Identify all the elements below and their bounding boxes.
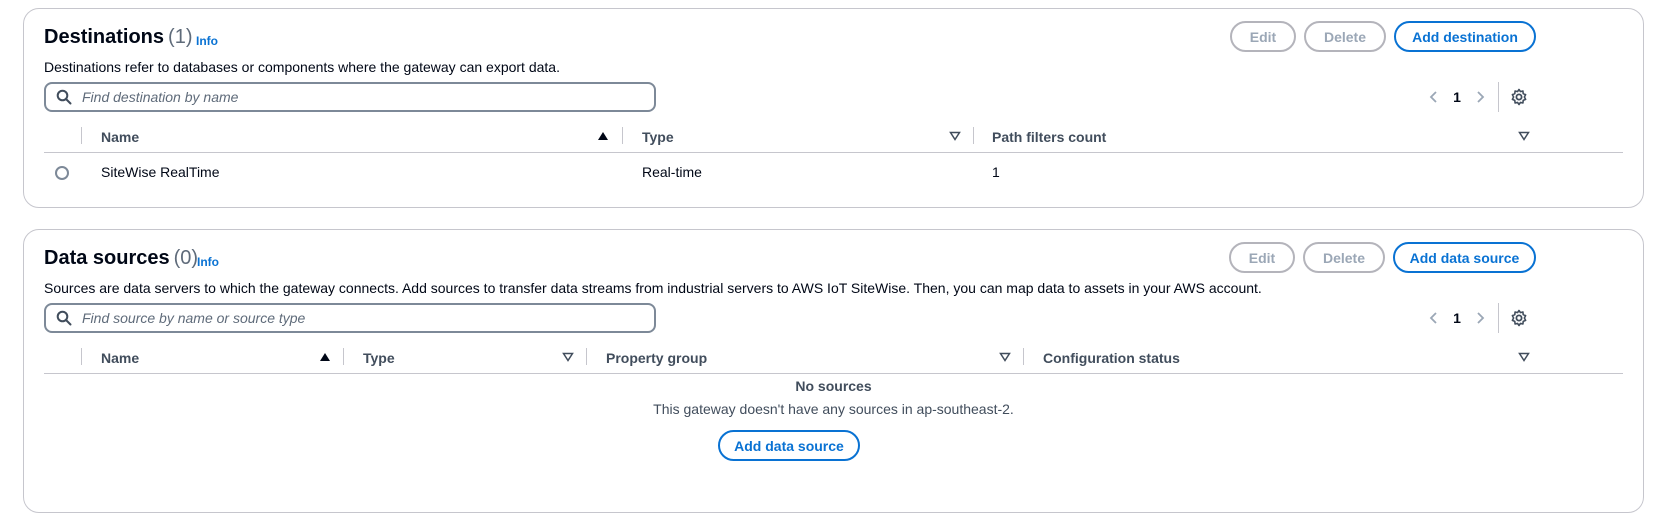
data-sources-search-input[interactable] (82, 310, 622, 326)
destinations-table-header: Name Type Path filters count (44, 123, 1623, 153)
add-data-source-button[interactable]: Add data source (1393, 242, 1536, 273)
sort-icon[interactable] (949, 131, 961, 141)
column-separator (81, 348, 82, 365)
data-sources-edit-button[interactable]: Edit (1229, 242, 1295, 273)
column-header-path-filters-count[interactable]: Path filters count (992, 129, 1106, 145)
row-select-radio[interactable] (55, 166, 69, 180)
previous-page-icon[interactable] (1424, 87, 1444, 107)
data-sources-title: Data sources (0) (44, 247, 199, 269)
destinations-description: Destinations refer to databases or compo… (44, 59, 560, 75)
column-header-name[interactable]: Name (101, 350, 139, 366)
column-separator (586, 348, 587, 365)
column-header-type[interactable]: Type (642, 129, 674, 145)
previous-page-icon[interactable] (1424, 308, 1444, 328)
destinations-search[interactable] (44, 82, 656, 112)
destinations-count: (1) (168, 26, 193, 48)
destinations-title: Destinations (1) (44, 26, 193, 48)
empty-state-add-data-source-button[interactable]: Add data source (718, 430, 860, 461)
sort-ascending-icon[interactable] (319, 352, 331, 362)
data-sources-description: Sources are data servers to which the ga… (44, 280, 1262, 296)
column-header-name[interactable]: Name (101, 129, 139, 145)
add-destination-button[interactable]: Add destination (1394, 21, 1536, 52)
sort-icon[interactable] (999, 352, 1011, 362)
data-sources-delete-button[interactable]: Delete (1303, 242, 1385, 273)
column-header-configuration-status[interactable]: Configuration status (1043, 350, 1180, 366)
gear-icon[interactable] (1509, 87, 1529, 107)
destinations-search-input[interactable] (82, 89, 622, 105)
column-separator (81, 127, 82, 144)
data-sources-count: (0) (173, 247, 199, 269)
sort-icon[interactable] (1518, 352, 1530, 362)
column-separator (343, 348, 344, 365)
column-separator (622, 127, 623, 144)
table-row[interactable]: SiteWise RealTime Real-time 1 (44, 155, 1623, 191)
cell-type: Real-time (642, 164, 702, 180)
destinations-pagination: 1 (1424, 82, 1529, 112)
column-header-type[interactable]: Type (363, 350, 395, 366)
data-sources-panel: Data sources (0) Info Sources are data se… (23, 229, 1644, 513)
column-header-property-group[interactable]: Property group (606, 350, 707, 366)
pagination-divider (1498, 303, 1499, 333)
next-page-icon[interactable] (1470, 308, 1490, 328)
destinations-panel: Destinations (1) Info Destinations refer … (23, 8, 1644, 208)
cell-name: SiteWise RealTime (101, 164, 220, 180)
sort-icon[interactable] (562, 352, 574, 362)
column-separator (973, 127, 974, 144)
column-separator (1023, 348, 1024, 365)
data-sources-table-header: Name Type Property group Configuration s… (44, 344, 1623, 374)
current-page-number[interactable]: 1 (1444, 310, 1470, 326)
sort-icon[interactable] (1518, 131, 1530, 141)
next-page-icon[interactable] (1470, 87, 1490, 107)
data-sources-info-link[interactable]: Info (197, 255, 219, 269)
empty-state-title: No sources (795, 378, 872, 394)
destinations-info-link[interactable]: Info (196, 34, 218, 48)
search-icon (56, 310, 72, 326)
data-sources-search[interactable] (44, 303, 656, 333)
current-page-number[interactable]: 1 (1444, 89, 1470, 105)
data-sources-pagination: 1 (1424, 303, 1529, 333)
search-icon (56, 89, 72, 105)
cell-path-filters-count: 1 (992, 164, 1000, 180)
destinations-delete-button[interactable]: Delete (1304, 21, 1386, 52)
empty-state-description: This gateway doesn't have any sources in… (653, 401, 1014, 417)
pagination-divider (1498, 82, 1499, 112)
gear-icon[interactable] (1509, 308, 1529, 328)
destinations-edit-button[interactable]: Edit (1230, 21, 1296, 52)
sort-ascending-icon[interactable] (597, 131, 609, 141)
